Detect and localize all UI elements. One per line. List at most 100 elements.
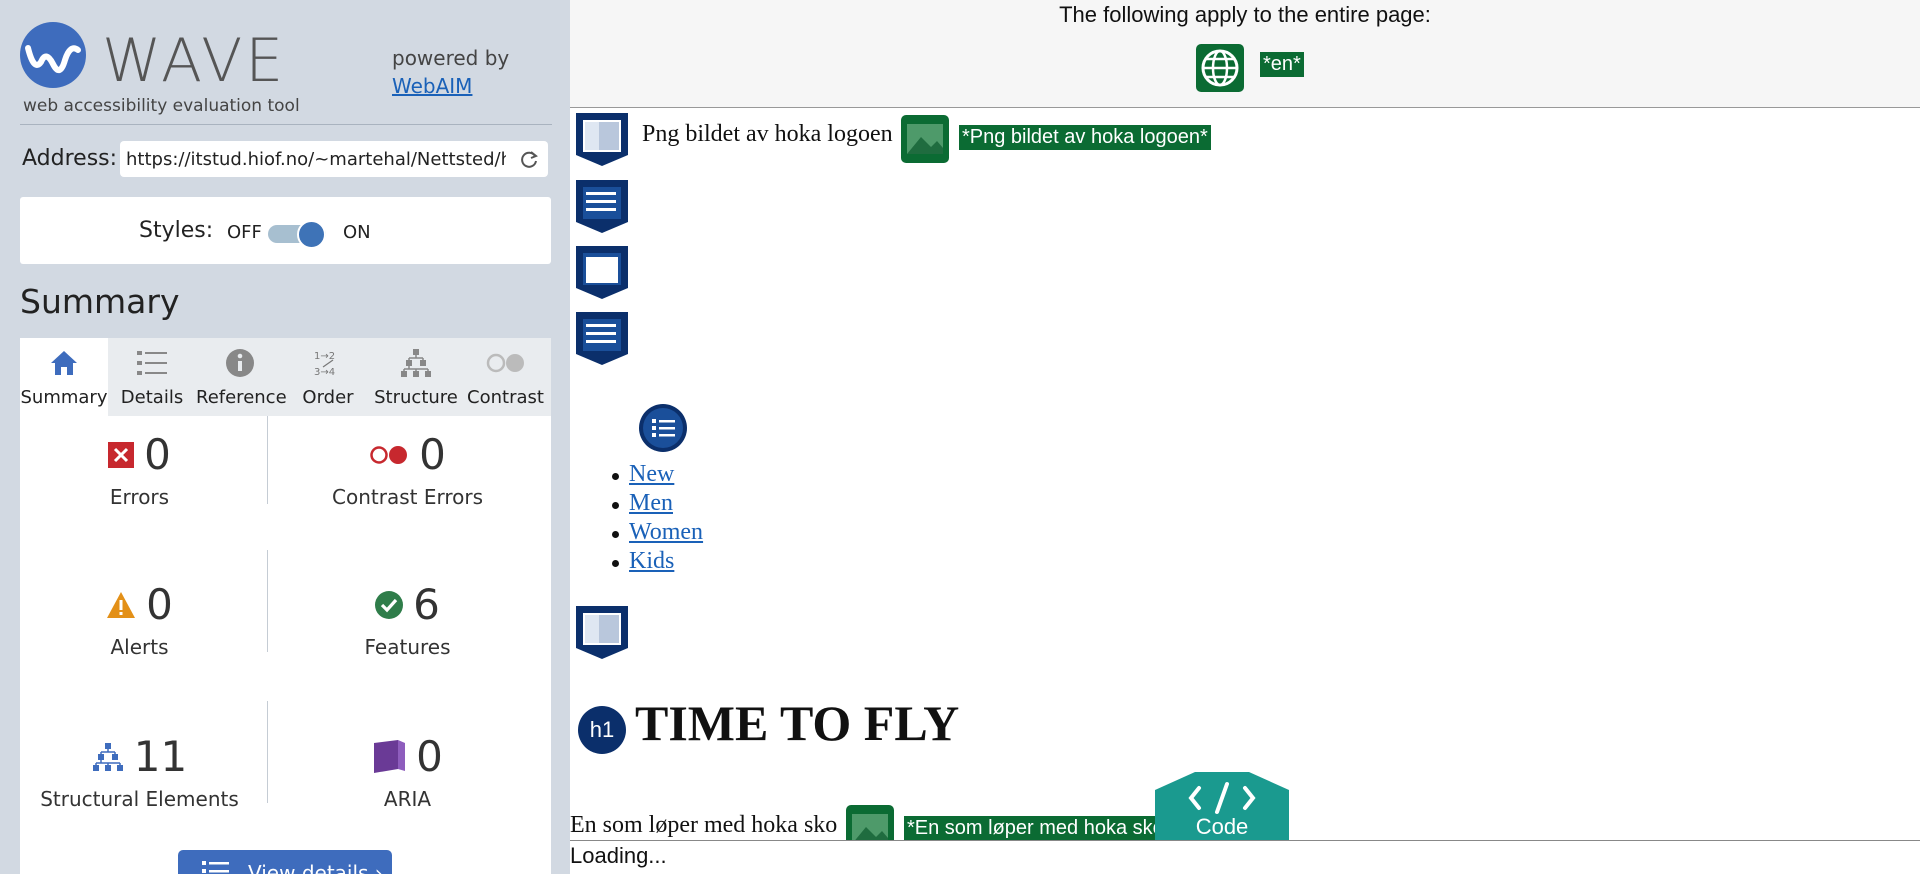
aria-label: ARIA	[383, 787, 432, 811]
feature-check-icon	[375, 590, 404, 619]
contrast-errors-label: Contrast Errors	[332, 485, 483, 509]
wave-logo-icon	[20, 22, 86, 88]
page-heading: TIME TO FLY	[635, 695, 960, 751]
home-icon	[51, 351, 77, 375]
lang-tag: *en*	[1260, 52, 1304, 77]
app-tagline: web accessibility evaluation tool	[23, 96, 300, 116]
runner-text: En som løper med hoka sko	[570, 812, 838, 838]
tab-label: Order	[302, 387, 354, 408]
navigation-region-icon[interactable]	[575, 310, 629, 366]
aria-icon	[374, 739, 406, 773]
heading-level-badge[interactable]: h1	[578, 706, 626, 754]
nav-link-men[interactable]: Men	[629, 490, 673, 516]
styles-card: Styles: OFF ON	[20, 197, 551, 264]
structure-icon	[92, 742, 123, 771]
stat-aria[interactable]: 0 ARIA	[275, 732, 540, 811]
styles-toggle[interactable]	[268, 220, 328, 249]
contrast-icon	[486, 353, 524, 373]
alt-text-tag: *En som løper med hoka sko*	[904, 816, 1175, 841]
contrast-errors-count: 0	[419, 430, 446, 479]
stat-contrast-errors[interactable]: 0 Contrast Errors	[275, 430, 540, 509]
info-icon	[226, 349, 254, 377]
image-alt-feature[interactable]	[901, 115, 949, 163]
app-name: WAVE	[102, 26, 287, 96]
toggle-knob	[297, 220, 326, 249]
unordered-list-feature[interactable]	[639, 404, 687, 452]
structural-count: 11	[133, 732, 188, 781]
error-icon	[108, 441, 135, 468]
list-icon	[643, 408, 683, 448]
tab-details[interactable]: Details	[108, 338, 196, 416]
structure-icon	[401, 349, 431, 377]
tab-label: Structure	[374, 387, 458, 408]
code-button-label: Code	[1195, 814, 1249, 839]
nav-link-women[interactable]: Women	[629, 519, 703, 545]
summary-title: Summary	[20, 282, 180, 321]
alt-text-tag: *Png bildet av hoka logoen*	[959, 125, 1211, 150]
contrast-error-icon	[370, 445, 408, 464]
list-icon	[202, 861, 229, 873]
view-details-label: View details ›	[248, 861, 383, 874]
header-region-icon[interactable]	[575, 111, 629, 167]
summary-panel: 0 Errors 0 Contrast Errors 0 Alerts 6 Fe…	[20, 416, 551, 874]
list-item: New	[611, 460, 703, 489]
address-label: Address:	[22, 146, 118, 171]
aria-count: 0	[416, 732, 443, 781]
page-wide-banner: The following apply to the entire page: …	[570, 0, 1920, 108]
alerts-count: 0	[146, 580, 173, 629]
tab-summary[interactable]: Summary	[20, 338, 108, 416]
styles-off-label: OFF	[227, 222, 262, 243]
loading-status: Loading...	[570, 843, 667, 868]
structural-label: Structural Elements	[40, 787, 239, 811]
alerts-label: Alerts	[110, 635, 169, 659]
address-input[interactable]	[126, 147, 506, 171]
tab-label: Summary	[20, 387, 108, 408]
wave-sidebar: WAVE web accessibility evaluation tool p…	[0, 0, 570, 874]
errors-count: 0	[144, 430, 171, 479]
language-feature[interactable]	[1196, 44, 1244, 92]
address-bar	[120, 141, 548, 177]
code-toggle-button[interactable]: Code	[1155, 770, 1289, 840]
list-icon	[137, 351, 167, 375]
list-item: Kids	[611, 547, 703, 576]
divider	[20, 124, 552, 125]
features-label: Features	[364, 635, 451, 659]
stat-errors[interactable]: 0 Errors	[7, 430, 272, 509]
list-item: Men	[611, 489, 703, 518]
nav-link-kids[interactable]: Kids	[629, 548, 674, 574]
logo-text: Png bildet av hoka logoen	[642, 121, 893, 147]
powered-by: powered by WebAIM	[392, 44, 509, 100]
stat-structural[interactable]: 11 Structural Elements	[7, 732, 272, 811]
view-details-button[interactable]: View details ›	[178, 850, 392, 874]
features-count: 6	[413, 580, 440, 629]
status-bar	[570, 840, 1920, 874]
styles-on-label: ON	[343, 222, 371, 243]
alert-icon	[107, 591, 136, 618]
header-region-icon[interactable]	[575, 604, 629, 660]
stat-features[interactable]: 6 Features	[275, 580, 540, 659]
reload-icon[interactable]	[518, 148, 540, 170]
tab-order[interactable]: 1→2 3→4 Order	[284, 338, 372, 416]
tab-contrast[interactable]: Contrast	[460, 338, 551, 416]
order-icon: 1→23→4	[314, 351, 335, 378]
evaluated-page: The following apply to the entire page: …	[570, 0, 1920, 874]
nav-link-new[interactable]: New	[629, 461, 674, 487]
errors-label: Errors	[109, 485, 170, 509]
navigation-region-icon[interactable]	[575, 178, 629, 234]
list-item: Women	[611, 518, 703, 547]
stat-alerts[interactable]: 0 Alerts	[7, 580, 272, 659]
tab-structure[interactable]: Structure	[372, 338, 460, 416]
svg-text:3→4: 3→4	[314, 367, 335, 378]
panel-tabs: Summary Details Reference 1→2 3→4 Order S…	[20, 338, 551, 416]
main-region-icon[interactable]	[575, 244, 629, 300]
styles-label: Styles:	[139, 218, 214, 243]
image-icon	[907, 124, 943, 154]
tab-reference[interactable]: Reference	[196, 338, 287, 416]
globe-icon	[1201, 49, 1239, 87]
tab-label: Details	[120, 387, 184, 408]
webaim-link[interactable]: WebAIM	[392, 74, 472, 98]
tab-label: Reference	[196, 387, 287, 408]
banner-text: The following apply to the entire page:	[1059, 2, 1431, 27]
tab-label: Contrast	[467, 387, 544, 408]
site-nav-list: New Men Women Kids	[611, 460, 703, 576]
